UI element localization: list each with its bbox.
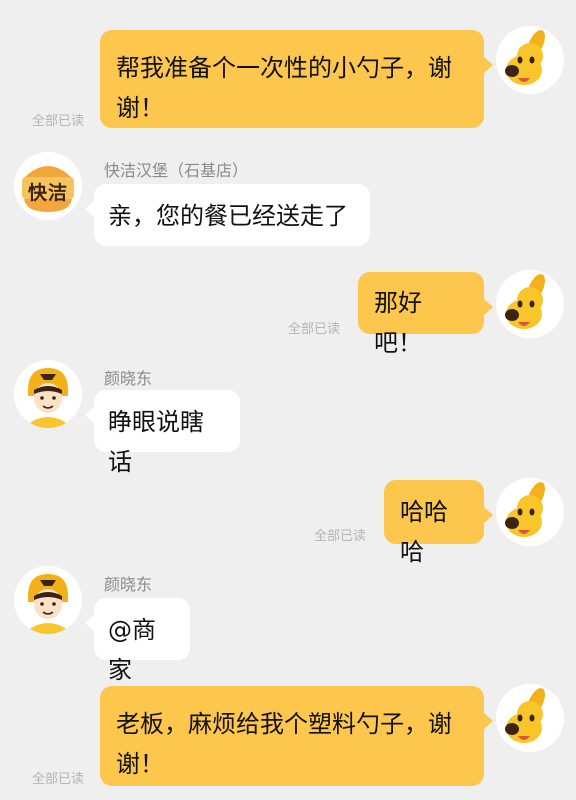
outgoing-message-bubble[interactable]: 老板，麻烦给我个塑料勺子，谢 谢！ [100,686,493,786]
logo-text: 快洁 [27,182,68,204]
incoming-message-bubble[interactable]: 亲，您的餐已经送走了 [85,184,370,246]
outgoing-message-bubble[interactable]: 那好吧！ [358,272,493,357]
message-text-line: 老板，麻烦给我个塑料勺子，谢 [116,710,452,738]
yellow-dog-icon [496,26,564,94]
message-text-line: 谢！ [116,750,164,778]
sender-name: 颜晓东 [104,369,153,388]
shop-avatar[interactable]: 快洁 [14,152,82,220]
read-status: 全部已读 [288,322,341,337]
courier-icon [14,360,82,428]
message-text-line: 帮我准备个一次性的小勺子，谢 [116,54,452,82]
self-avatar[interactable] [496,684,564,752]
self-avatar[interactable] [496,478,564,546]
sender-name: 颜晓东 [104,575,153,594]
self-avatar[interactable] [496,270,564,338]
courier-icon [14,566,82,634]
outgoing-message-bubble[interactable]: 哈哈哈 [384,480,493,566]
yellow-dog-icon [496,684,564,752]
message-text: 睁眼说瞎话 [108,408,204,476]
read-status: 全部已读 [32,114,85,129]
yellow-dog-icon [496,270,564,338]
courier-avatar[interactable] [14,360,82,428]
message-text: 亲，您的餐已经送走了 [108,202,348,230]
message-text: 哈哈哈 [400,498,448,566]
incoming-message-bubble[interactable]: 睁眼说瞎话 [85,390,240,476]
chat-area: 帮我准备个一次性的小勺子，谢 谢！ 全部已读 快洁 快洁汉堡（石基店） 亲，您的… [0,0,576,800]
message-text-line: 谢！ [116,94,164,122]
message-text: 那好吧！ [374,289,422,357]
self-avatar[interactable] [496,26,564,94]
read-status: 全部已读 [314,529,367,544]
sender-name: 快洁汉堡（石基店） [104,161,249,180]
incoming-message-bubble[interactable]: @商家 [85,598,190,684]
yellow-dog-icon [496,478,564,546]
courier-avatar[interactable] [14,566,82,634]
message-text: @商家 [108,616,156,684]
read-status: 全部已读 [32,772,85,787]
outgoing-message-bubble[interactable]: 帮我准备个一次性的小勺子，谢 谢！ [100,30,493,128]
